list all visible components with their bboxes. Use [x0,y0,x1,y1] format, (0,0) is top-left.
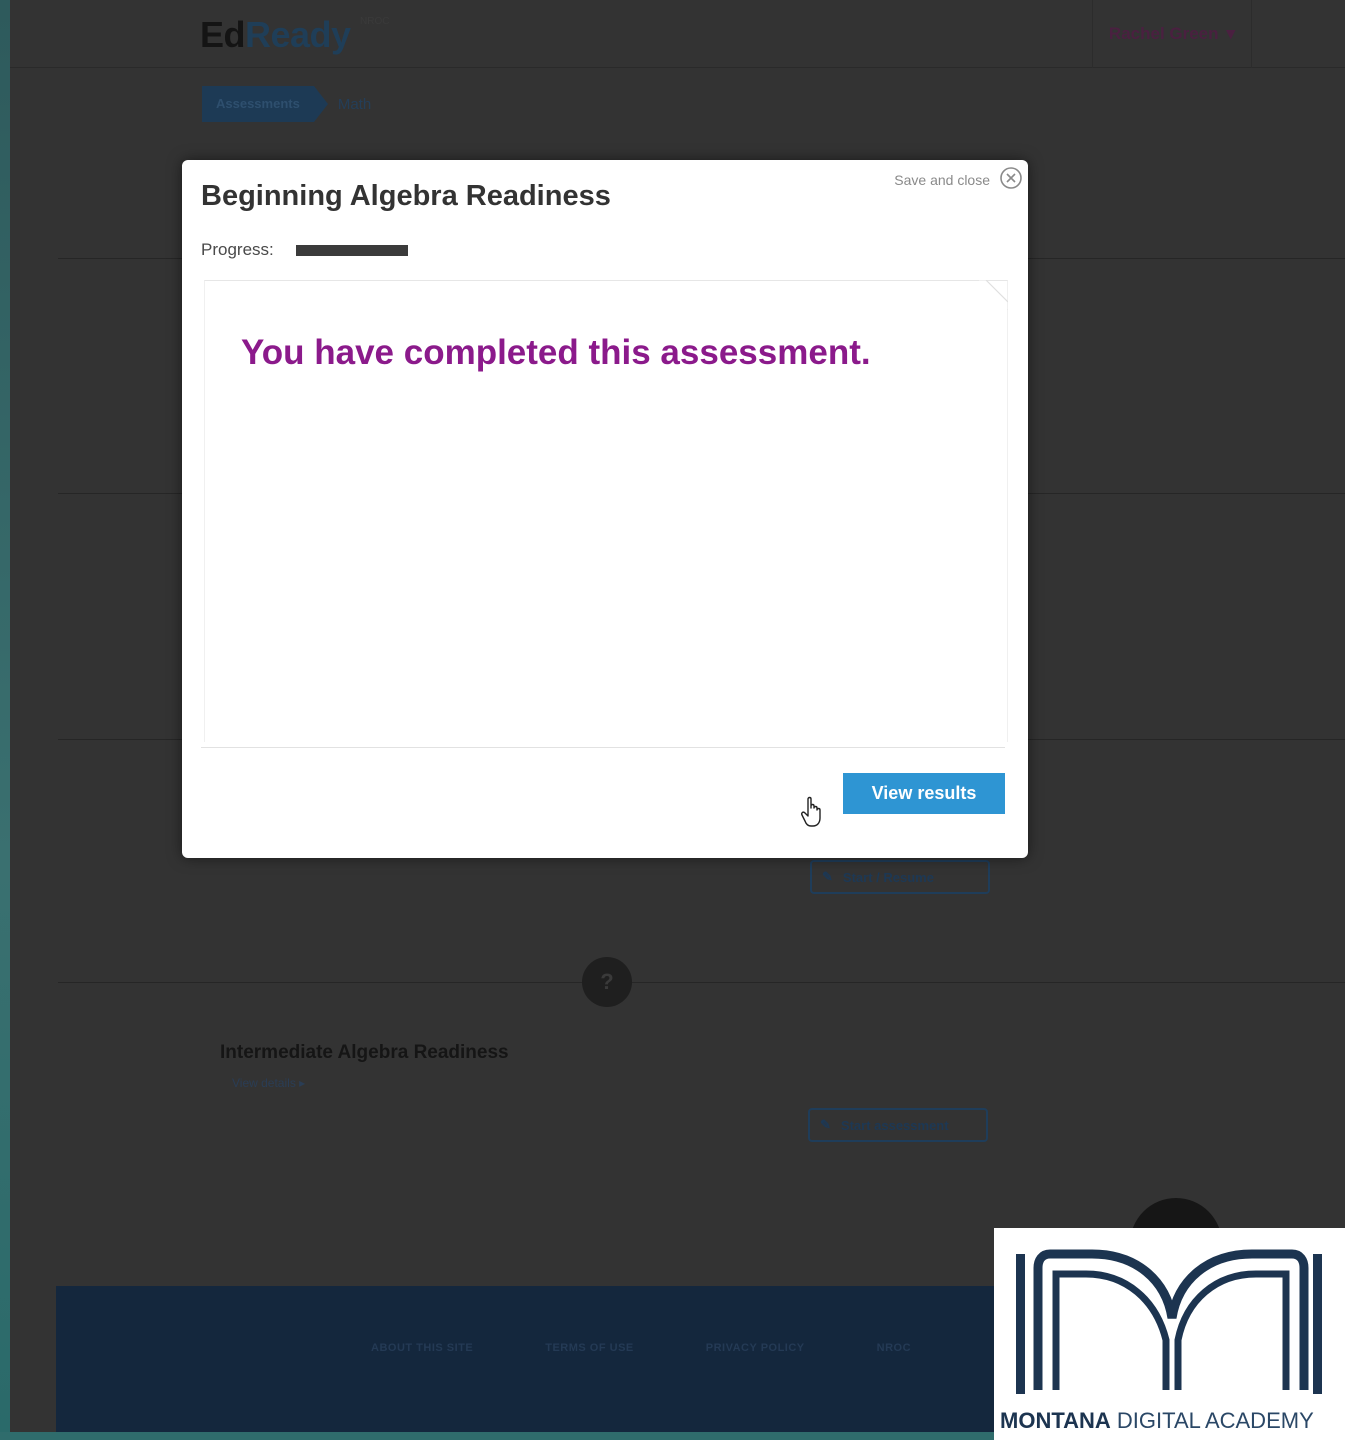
assessment-modal: Beginning Algebra Readiness Save and clo… [182,160,1028,858]
start-assessment-label: Start assessment [840,1117,949,1133]
resume-assessment-button[interactable]: ✎ Start / Resume [810,860,990,894]
progress-label: Progress: [201,240,274,259]
next-assessment-title: Intermediate Algebra Readiness [220,1042,509,1063]
completion-message: You have completed this assessment. [241,333,871,372]
caret-right-icon: ▸ [299,1076,306,1090]
details-link-label: View details [232,1076,296,1090]
breadcrumb-math[interactable]: Math [338,96,371,113]
start-assessment-button[interactable]: ✎ Start assessment [808,1108,988,1142]
view-results-button[interactable]: View results [843,773,1005,814]
breadcrumb: Assessments Math [202,86,371,122]
footer-link[interactable]: TERMS OF USE [545,1342,634,1354]
footer-link[interactable]: PRIVACY POLICY [706,1342,805,1354]
page-corner-fold-icon [978,280,1008,310]
next-assessment-details-link[interactable]: View details ▸ [232,1076,305,1090]
save-and-close-link[interactable]: Save and close [894,172,990,188]
breadcrumb-assessments[interactable]: Assessments [202,86,328,122]
chevron-down-icon: ▾ [1226,24,1236,43]
pencil-icon: ✎ [822,869,833,884]
progress-fill [296,245,408,256]
brand-ready: Ready [245,14,351,55]
hand-pointer-cursor-icon [801,796,821,827]
help-icon[interactable]: ? [582,957,632,1007]
brand-ed: Ed [200,14,246,55]
montana-digital-academy-logo: MONTANA DIGITAL ACADEMY [994,1228,1345,1440]
edready-logo[interactable]: EdReady [200,14,351,56]
mda-logo-mark-icon [1016,1249,1322,1394]
close-icon[interactable] [999,166,1023,190]
resume-assessment-label: Start / Resume [842,869,934,885]
left-edge-strip [0,0,10,1440]
header: EdReady NROC Rachel Green ▾ [10,0,1345,68]
footer-link[interactable]: ABOUT THIS SITE [371,1342,473,1354]
footer-link[interactable]: NROC [877,1342,911,1354]
user-menu[interactable]: Rachel Green ▾ [1092,0,1252,68]
logo-text-light: DIGITAL ACADEMY [1116,1408,1314,1433]
logo-wordmark: MONTANA DIGITAL ACADEMY [1000,1408,1314,1434]
pencil-icon: ✎ [820,1117,831,1132]
divider [58,982,1345,983]
progress-bar [296,245,408,256]
modal-divider [201,747,1005,748]
footer-links: ABOUT THIS SITE TERMS OF USE PRIVACY POL… [371,1342,911,1354]
modal-title: Beginning Algebra Readiness [201,180,611,212]
logo-text-bold: MONTANA [1000,1408,1111,1433]
user-name: Rachel Green [1108,24,1219,43]
brand-subtitle: NROC [360,16,390,27]
question-sheet: You have completed this assessment. [204,280,1008,742]
